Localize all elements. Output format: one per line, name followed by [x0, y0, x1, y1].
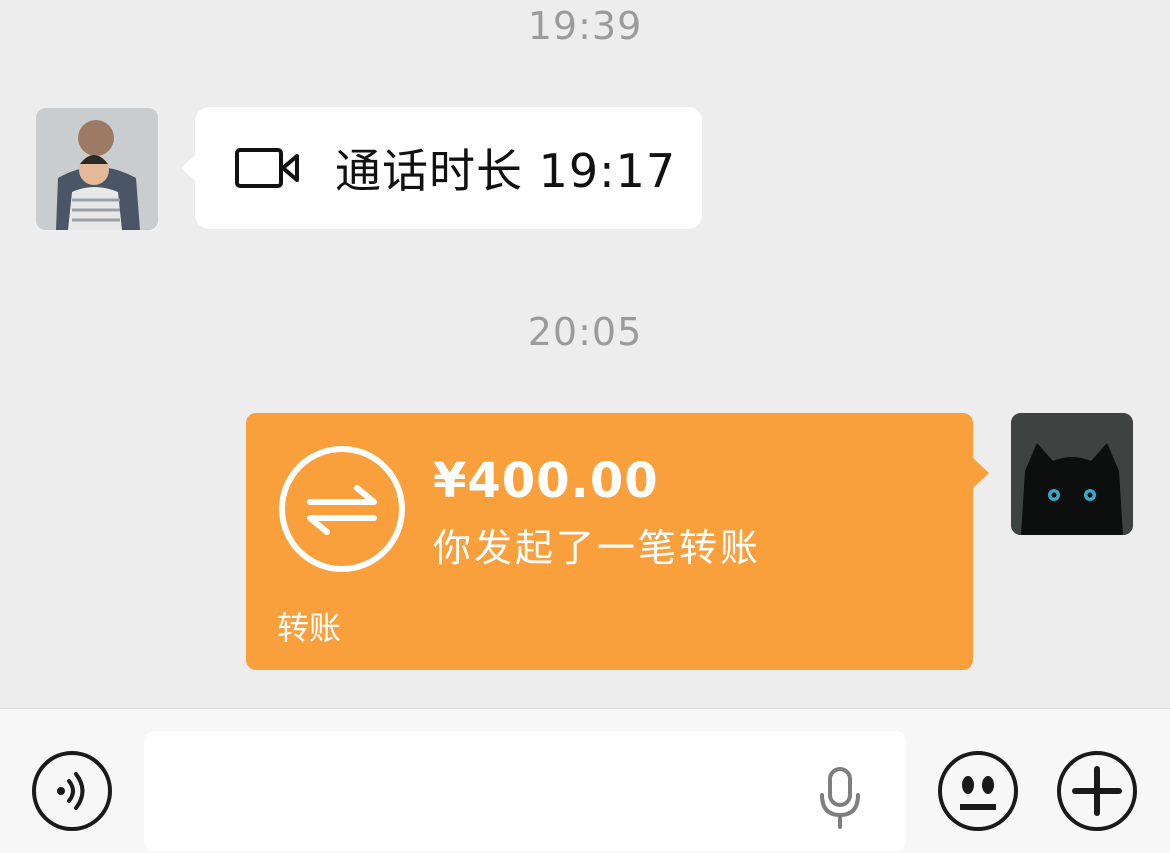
transfer-label: 转账 — [277, 609, 342, 647]
transfer-message[interactable]: ¥400.00 你发起了一笔转账 转账 — [246, 413, 989, 670]
call-duration-text: 通话时长 19:17 — [335, 144, 677, 198]
emoji-icon — [960, 776, 996, 810]
transfer-subtitle: 你发起了一笔转账 — [433, 526, 762, 570]
transfer-amount: ¥400.00 — [433, 453, 659, 509]
microphone-icon[interactable] — [818, 767, 862, 829]
video-call-icon — [235, 148, 299, 188]
voice-icon — [57, 772, 85, 810]
emoji-button[interactable] — [938, 751, 1018, 831]
transfer-arrows-icon — [279, 446, 405, 572]
chat-area: 19:39 通话时长 19:17 20:05 ¥400.00 你发起了一笔转账 … — [0, 0, 1170, 708]
timestamp: 19:39 — [527, 4, 643, 48]
avatar-photo — [36, 108, 158, 230]
more-button[interactable] — [1057, 751, 1137, 831]
black-cat-avatar — [1011, 413, 1133, 535]
voice-button[interactable] — [32, 751, 112, 831]
video-call-message[interactable]: 通话时长 19:17 — [181, 107, 702, 229]
contact-avatar[interactable] — [36, 108, 158, 230]
timestamp: 20:05 — [527, 310, 643, 354]
input-bar — [0, 708, 1170, 853]
my-avatar[interactable] — [1011, 413, 1133, 535]
plus-icon — [1072, 766, 1122, 816]
message-input[interactable] — [144, 731, 906, 851]
